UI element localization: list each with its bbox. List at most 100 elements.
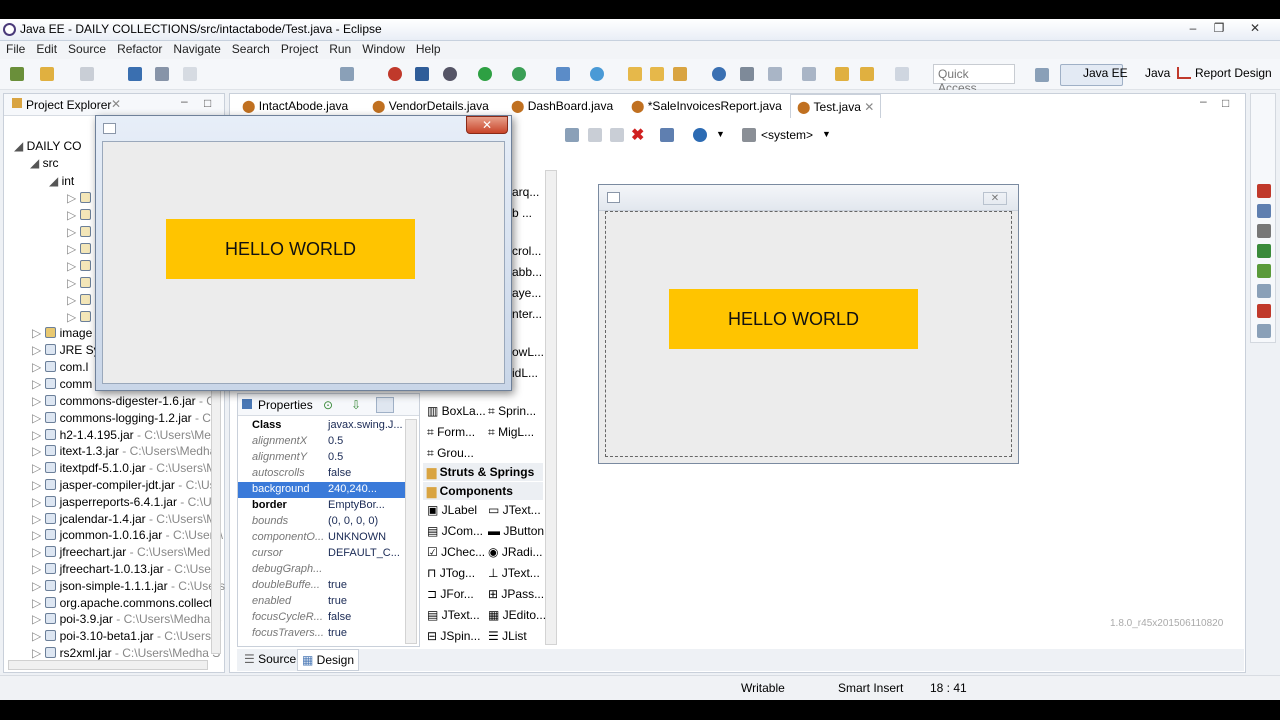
palette-grouplayout[interactable]: ⌗ Grou... [427, 446, 474, 461]
open-perspective-icon[interactable] [1035, 68, 1049, 82]
new-icon[interactable] [10, 67, 24, 81]
tree-jar-item[interactable]: ▷ jfreechart-1.0.13.jar - C:\Users [32, 562, 221, 579]
resume-icon[interactable] [183, 67, 197, 81]
chevron-down-icon[interactable]: ▼ [822, 129, 831, 139]
forward-icon[interactable] [895, 67, 909, 81]
tree-jar-item[interactable]: ▷ commons-logging-1.2.jar - C [32, 411, 211, 428]
run-icon[interactable] [478, 67, 492, 81]
maximize-editor-icon[interactable]: □ [1222, 96, 1229, 110]
snippets-icon[interactable] [1257, 284, 1271, 298]
copy-icon[interactable] [588, 128, 602, 142]
problems-icon[interactable] [1257, 304, 1271, 318]
palette-section-struts[interactable]: ▆ Struts & Springs [423, 463, 543, 481]
save-icon[interactable] [80, 67, 94, 81]
tree-src[interactable]: ◢ src [30, 156, 59, 173]
show-advanced-icon[interactable] [376, 397, 394, 413]
property-row[interactable]: bounds (0, 0, 0, 0) [238, 514, 408, 530]
tree-jar-item[interactable]: ▷ commons-digester-1.6.jar - C [32, 394, 215, 411]
tree-java-file[interactable]: ▷ [67, 208, 95, 225]
menu-search[interactable]: Search [226, 41, 275, 56]
palette-jradiobutton[interactable]: ◉ JRadi... [488, 545, 543, 559]
property-row[interactable]: border EmptyBor... [238, 498, 408, 514]
palette-jtextpane[interactable]: ▤ JText... [427, 608, 480, 622]
debug-view-icon[interactable] [340, 67, 354, 81]
tab-dashboard[interactable]: ⬤ DashBoard.java [505, 94, 619, 118]
tree-folder[interactable]: ▷ comm [32, 377, 92, 394]
tab-saleinvoicesreport[interactable]: ⬤ *SaleInvoicesReport.java [625, 94, 788, 118]
tree-jar-item[interactable]: ▷ itextpdf-5.1.0.jar - C:\Users\M [32, 461, 216, 478]
palette-jtogglebutton[interactable]: ⊓ JTog... [427, 566, 475, 580]
open-folder-icon[interactable] [650, 67, 664, 81]
server-icon[interactable] [415, 67, 429, 81]
tree-jar-item[interactable]: ▷ poi-3.9.jar - C:\Users\Medha S [32, 612, 222, 629]
navigator-icon[interactable] [1257, 224, 1271, 238]
tree-java-file[interactable]: ▷ [67, 259, 95, 276]
close-window-button[interactable]: ✕ [1245, 21, 1265, 37]
tree-jar-item[interactable]: ▷ jcalendar-1.4.jar - C:\Users\M [32, 512, 216, 529]
tree-jar-item[interactable]: ▷ jasperreports-6.4.1.jar - C:\Us [32, 495, 218, 512]
menu-file[interactable]: File [0, 41, 30, 56]
menu-refactor[interactable]: Refactor [111, 41, 167, 56]
tree-jar-item[interactable]: ▷ org.apache.commons.collect [32, 596, 212, 613]
new-java-project-icon[interactable] [556, 67, 570, 81]
system-combo[interactable]: <system> [761, 128, 813, 142]
annotation-icon[interactable] [768, 67, 782, 81]
palette-jpasswordfield[interactable]: ⊞ JPass... [488, 587, 544, 601]
palette-jlabel[interactable]: ▣ JLabel [427, 503, 477, 517]
property-row[interactable]: enabled true [238, 594, 408, 610]
palette-boxlayout[interactable]: ▥ BoxLa... [427, 404, 486, 418]
look-feel-icon[interactable] [742, 128, 756, 142]
property-row[interactable]: cursor DEFAULT_C... [238, 546, 408, 562]
next-annotation-icon[interactable] [802, 67, 816, 81]
tree-folder[interactable]: ▷ JRE Sy [32, 343, 100, 360]
perspective-report-button[interactable]: Report Design [1195, 66, 1272, 80]
test-gui-icon[interactable] [660, 128, 674, 142]
globe-icon[interactable] [693, 128, 707, 142]
last-edit-icon[interactable] [835, 67, 849, 81]
tree-package[interactable]: ◢ int [49, 174, 74, 191]
tree-folder[interactable]: ▷ com.l [32, 360, 88, 377]
hello-world-button[interactable]: HELLO WORLD [669, 289, 918, 349]
property-row[interactable]: alignmentY 0.5 [238, 450, 408, 466]
tree-java-file[interactable]: ▷ [67, 191, 95, 208]
search-toolbar-icon[interactable] [740, 67, 754, 81]
close-tab-icon[interactable]: ✕ [864, 100, 874, 114]
print-icon[interactable] [128, 67, 142, 81]
menu-help[interactable]: Help [410, 41, 446, 56]
run-external-icon[interactable] [512, 67, 526, 81]
palette-jeditorpane[interactable]: ▦ JEdito... [488, 608, 546, 622]
menu-project[interactable]: Project [275, 41, 323, 56]
properties-scrollbar[interactable] [405, 419, 417, 644]
paste-icon[interactable] [610, 128, 624, 142]
palette-scrollbar[interactable] [545, 170, 557, 645]
quick-access-input[interactable]: Quick Access [933, 64, 1015, 95]
open-icon[interactable] [40, 67, 54, 81]
cut-icon[interactable] [565, 128, 579, 142]
tree-jar-item[interactable]: ▷ itext-1.3.jar - C:\Users\Medha [32, 444, 216, 461]
tab-design[interactable]: ▦ Design [297, 649, 360, 671]
menu-source[interactable]: Source [62, 41, 111, 56]
tab-test[interactable]: ⬤ Test.java ✕ [790, 94, 882, 118]
tree-java-file[interactable]: ▷ [67, 310, 95, 327]
property-row[interactable]: alignmentX 0.5 [238, 434, 408, 450]
menu-run[interactable]: Run [323, 41, 356, 56]
console-icon[interactable] [1257, 244, 1271, 258]
maximize-button[interactable]: ❐ [1209, 21, 1229, 37]
property-row[interactable]: Class javax.swing.J... [238, 418, 408, 434]
property-row[interactable]: debugGraph... [238, 562, 408, 578]
skip-breakpoints-icon[interactable] [155, 67, 169, 81]
design-frame[interactable]: ✕ HELLO WORLD [598, 184, 1019, 464]
settings-icon[interactable] [443, 67, 457, 81]
bug-icon[interactable] [388, 67, 402, 81]
palette-jformattedtextfield[interactable]: ⊐ JFor... [427, 587, 474, 601]
palette-jcheckbox[interactable]: ☑ JChec... [427, 545, 485, 559]
goto-definition-icon[interactable]: ⇩ [351, 398, 361, 412]
palette-jbutton[interactable]: ▬ JButton [488, 524, 544, 538]
tab-source[interactable]: ☰ Source [240, 651, 300, 669]
palette-jtextarea[interactable]: ⊥ JText... [488, 566, 540, 580]
palette-jlist[interactable]: ☰ JList [488, 629, 527, 643]
palette-jcombobox[interactable]: ▤ JCom... [427, 524, 483, 538]
property-row[interactable]: focusCycleR... false [238, 610, 408, 626]
palette-formlayout[interactable]: ⌗ Form... [427, 425, 475, 440]
tree-java-file[interactable]: ▷ [67, 225, 95, 242]
